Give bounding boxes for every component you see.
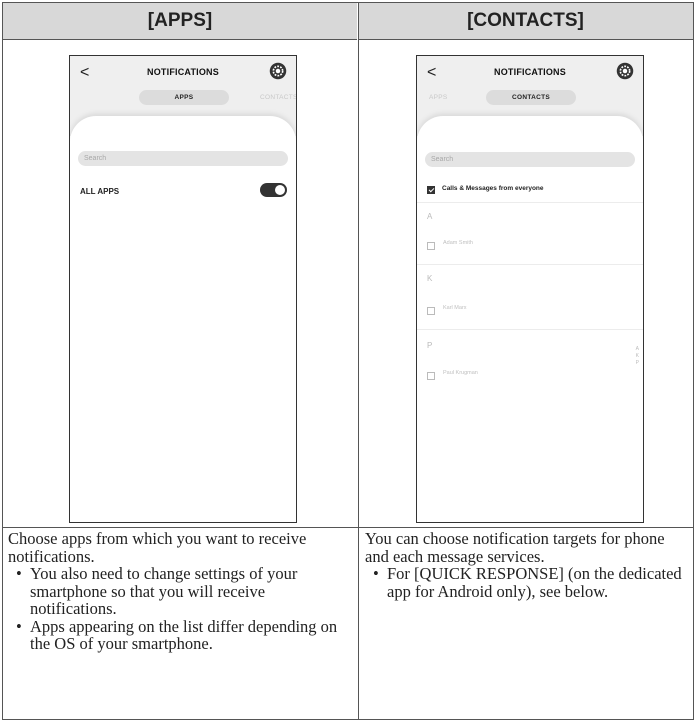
description-apps: Choose apps from which you want to recei… <box>8 530 338 653</box>
toggle-knob <box>275 185 285 195</box>
index-letter[interactable]: P <box>636 360 639 367</box>
description-intro: Choose apps from which you want to recei… <box>8 529 307 566</box>
phone-content-card <box>70 116 296 522</box>
alphabet-index[interactable]: A K P <box>636 346 639 367</box>
header-cell-contacts: [CONTACTS] <box>358 3 693 40</box>
gear-icon[interactable] <box>269 62 287 80</box>
header-contacts: [CONTACTS] <box>467 10 584 31</box>
tab-apps[interactable]: APPS <box>139 90 229 105</box>
index-letter[interactable]: A <box>636 346 639 353</box>
row-divider <box>3 527 693 528</box>
section-letter-k: K <box>427 274 433 283</box>
screen-title: NOTIFICATIONS <box>494 67 566 77</box>
everyone-row[interactable]: Calls & Messages from everyone <box>427 184 643 198</box>
description-bullets: For [QUICK RESPONSE] (on the dedicated a… <box>365 565 691 600</box>
section-letter-a: A <box>427 212 433 221</box>
gear-icon[interactable] <box>616 62 634 80</box>
tab-apps[interactable]: APPS <box>429 90 448 105</box>
phone-apps-screen: < NOTIFICATIONS APPS CONTACTS Search ALL… <box>69 55 297 523</box>
search-input[interactable]: Search <box>78 151 288 166</box>
contact-name: Karl Marx <box>443 305 467 311</box>
tab-contacts[interactable]: CONTACTS <box>260 90 296 105</box>
contact-row[interactable]: Adam Smith <box>427 239 643 251</box>
header-apps: [APPS] <box>147 10 213 31</box>
all-apps-toggle[interactable] <box>260 183 287 197</box>
all-apps-label: ALL APPS <box>80 187 120 196</box>
contact-row[interactable]: Paul Krugman <box>427 369 643 381</box>
header-cell-apps: [APPS] <box>3 3 357 40</box>
divider <box>417 329 643 330</box>
everyone-label: Calls & Messages from everyone <box>442 185 544 192</box>
description-bullets: You also need to change settings of your… <box>8 565 338 653</box>
contact-name: Adam Smith <box>443 240 473 246</box>
manual-table: [APPS] [CONTACTS] < NOTIFICATIONS APPS C… <box>2 2 694 720</box>
tab-contacts[interactable]: CONTACTS <box>486 90 576 105</box>
description-contacts: You can choose notification targets for … <box>365 530 691 600</box>
checkmark-icon[interactable] <box>427 186 435 194</box>
section-letter-p: P <box>427 341 433 350</box>
contact-checkbox[interactable] <box>427 242 435 250</box>
description-intro: You can choose notification targets for … <box>365 529 665 566</box>
bullet-item: For [QUICK RESPONSE] (on the dedicated a… <box>365 565 691 600</box>
phone-contacts-screen: < NOTIFICATIONS APPS CONTACTS Search Cal… <box>416 55 644 523</box>
contact-row[interactable]: Karl Marx <box>427 304 643 316</box>
contact-checkbox[interactable] <box>427 372 435 380</box>
bullet-item: You also need to change settings of your… <box>8 565 338 618</box>
screen-title: NOTIFICATIONS <box>147 67 219 77</box>
divider <box>417 264 643 265</box>
search-input[interactable]: Search <box>425 152 635 167</box>
contact-checkbox[interactable] <box>427 307 435 315</box>
phone-content-card <box>417 116 643 522</box>
bullet-item: Apps appearing on the list differ depend… <box>8 617 338 653</box>
column-divider <box>358 3 359 719</box>
index-letter[interactable]: K <box>636 353 639 360</box>
contact-name: Paul Krugman <box>443 370 478 376</box>
divider <box>417 202 643 203</box>
